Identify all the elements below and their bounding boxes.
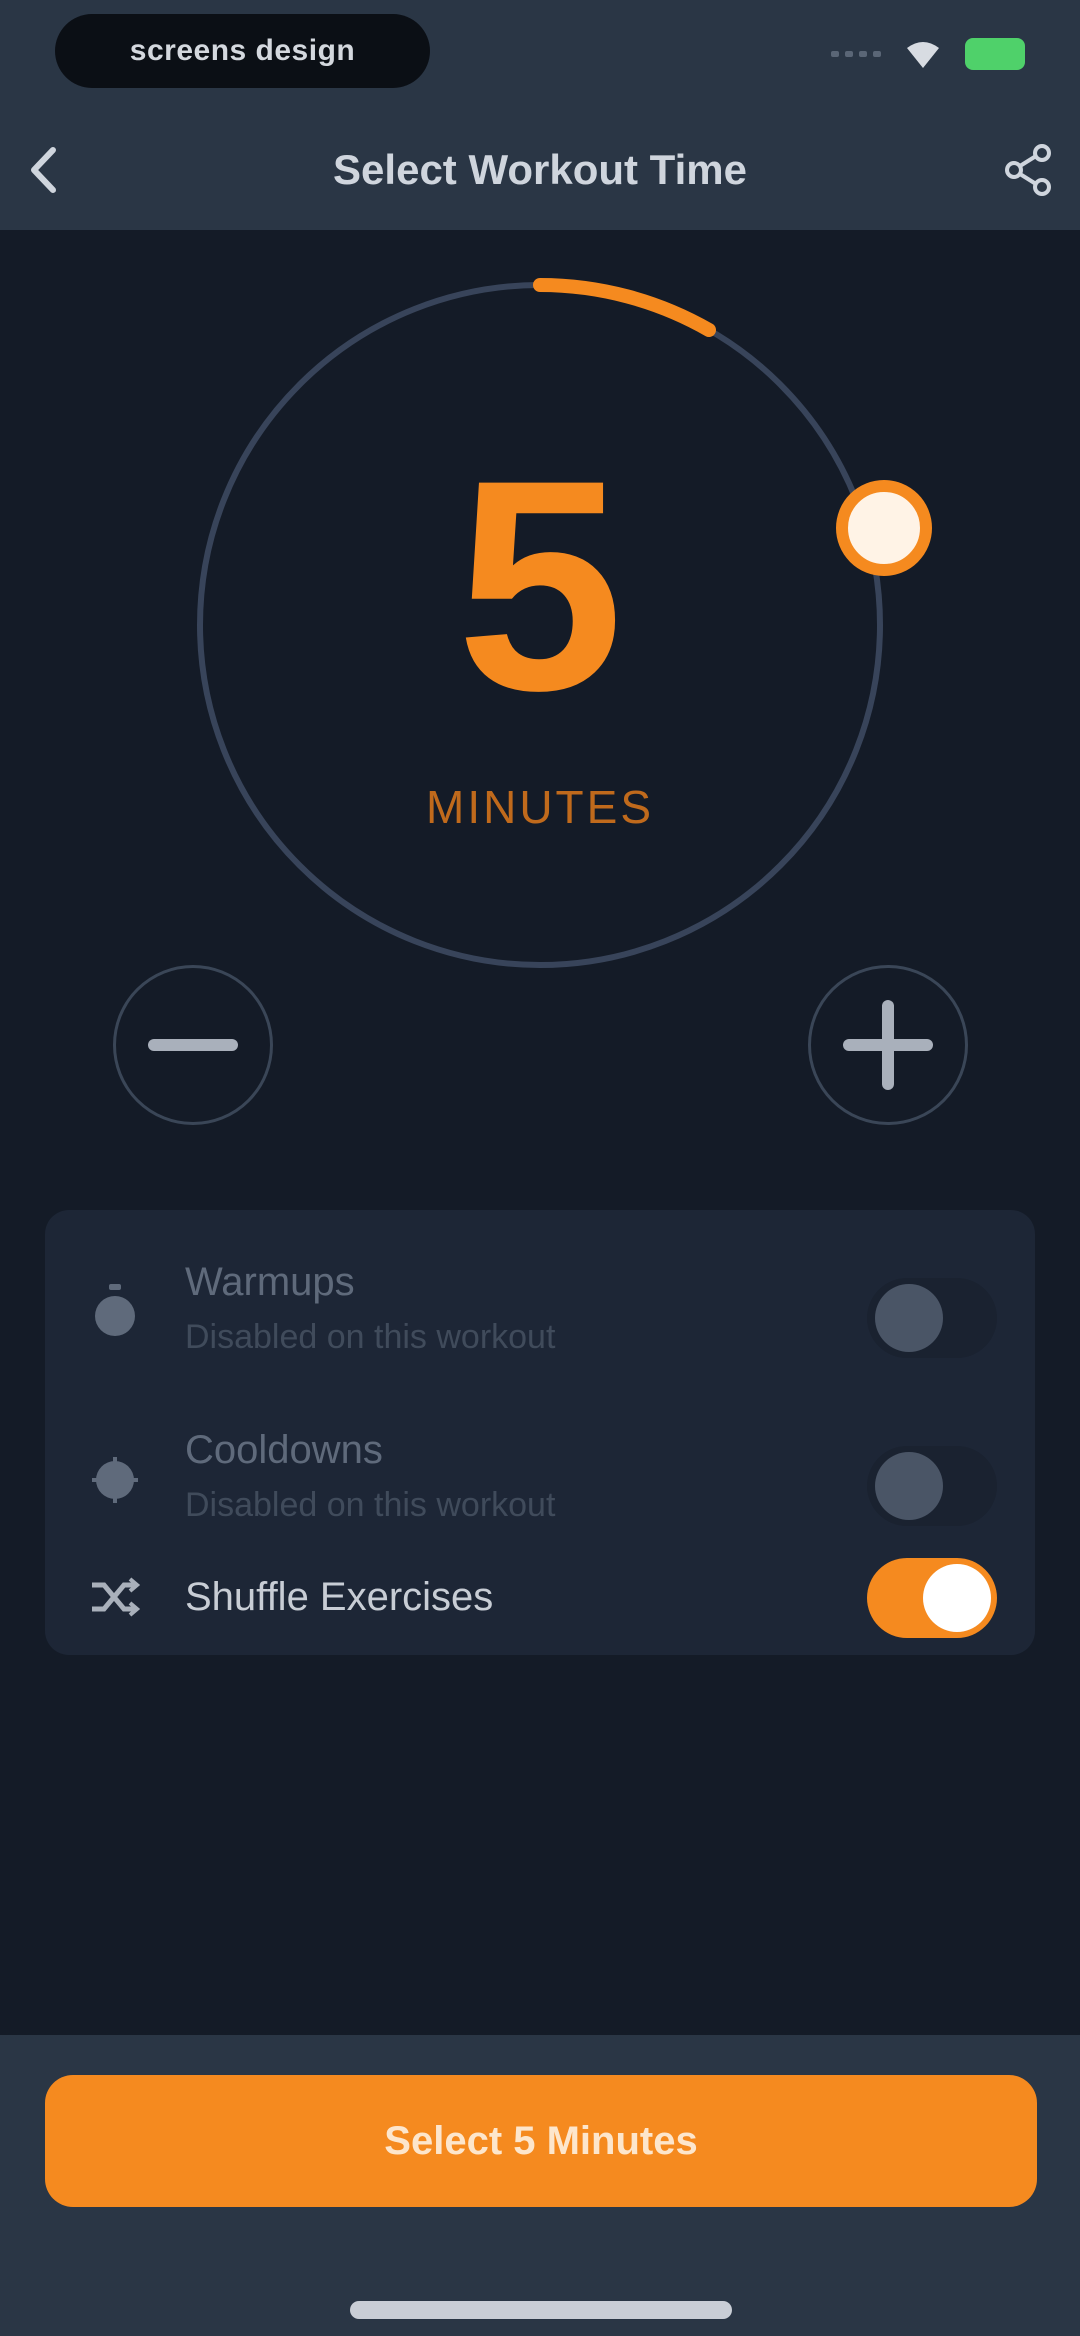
page-title: Select Workout Time — [333, 146, 747, 193]
option-title: Shuffle Exercises — [185, 1575, 494, 1619]
minutes-label: MINUTES — [426, 781, 654, 833]
option-subtitle: Disabled on this workout — [185, 1318, 556, 1356]
home-indicator — [350, 2301, 732, 2319]
workout-time-screen: screens design Select Workout Time 5 MIN… — [0, 0, 1080, 2336]
chevron-left-icon — [31, 147, 56, 193]
option-warmups: Warmups Disabled on this workout — [45, 1260, 1035, 1380]
plus-icon — [843, 1000, 933, 1090]
toggle-knob — [875, 1452, 943, 1520]
option-title: Warmups — [185, 1260, 355, 1304]
battery-icon — [965, 38, 1025, 70]
time-dial[interactable]: 5 MINUTES — [185, 270, 932, 980]
snowflake-icon — [85, 1450, 145, 1510]
minus-icon — [148, 1039, 238, 1051]
decrease-button[interactable] — [113, 965, 273, 1125]
increase-button[interactable] — [808, 965, 968, 1125]
select-minutes-button[interactable]: Select 5 Minutes — [45, 2075, 1037, 2207]
stopwatch-icon — [85, 1282, 145, 1342]
warmups-toggle[interactable] — [867, 1278, 997, 1358]
shuffle-icon — [85, 1567, 145, 1627]
dial-handle[interactable] — [836, 480, 932, 576]
shuffle-toggle[interactable] — [867, 1558, 997, 1638]
option-subtitle: Disabled on this workout — [185, 1486, 556, 1524]
minutes-value: 5 — [456, 417, 624, 753]
wifi-icon — [907, 42, 939, 68]
option-shuffle: Shuffle Exercises — [45, 1555, 1035, 1645]
toggle-knob — [923, 1564, 991, 1632]
cooldowns-toggle[interactable] — [867, 1446, 997, 1526]
header: screens design Select Workout Time — [0, 0, 1080, 230]
toggle-knob — [875, 1284, 943, 1352]
status-pill: screens design — [55, 14, 430, 88]
option-title: Cooldowns — [185, 1428, 383, 1472]
footer: Select 5 Minutes — [0, 2035, 1080, 2336]
option-cooldowns: Cooldowns Disabled on this workout — [45, 1428, 1035, 1548]
status-indicators — [831, 38, 1025, 70]
dial-progress-arc — [533, 278, 716, 337]
share-icon — [1005, 144, 1051, 196]
back-button[interactable] — [18, 140, 68, 200]
status-pill-text: screens design — [129, 34, 356, 67]
share-button[interactable] — [998, 140, 1058, 200]
signal-icon — [831, 51, 881, 57]
workout-options-card: Warmups Disabled on this workout Cooldow… — [45, 1210, 1035, 1655]
